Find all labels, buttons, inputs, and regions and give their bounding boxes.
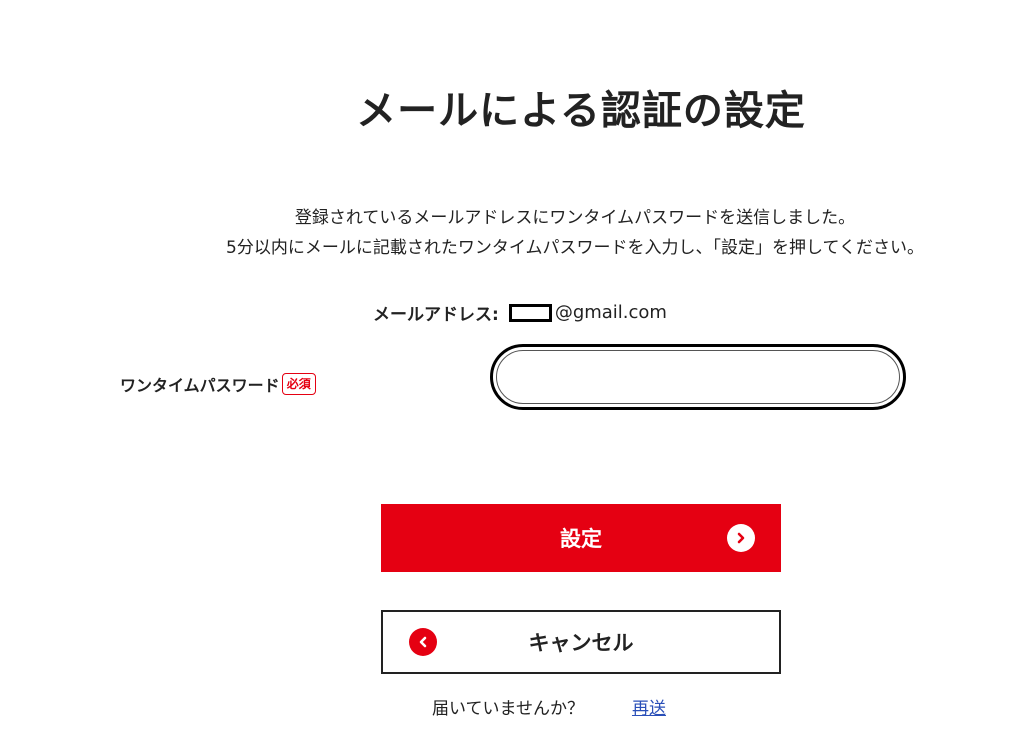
cancel-button[interactable]: キャンセル <box>381 610 781 674</box>
email-label: メールアドレス: <box>373 305 499 325</box>
one-time-password-input[interactable] <box>496 350 900 404</box>
description-line-1: 登録されているメールアドレスにワンタイムパスワードを送信しました。 <box>294 208 856 228</box>
required-badge: 必須 <box>281 373 316 395</box>
chevron-right-icon <box>727 524 755 552</box>
submit-button[interactable]: 設定 <box>381 504 781 572</box>
password-label-group: ワンタイムパスワード 必須 <box>120 372 316 396</box>
page: メールによる認証の設定 登録されているメールアドレスにワンタイムパスワードを送信… <box>0 0 1024 749</box>
chevron-left-icon <box>409 628 437 656</box>
resend-row: 届いていませんか？ 再送 <box>432 694 666 719</box>
resend-link[interactable]: 再送 <box>632 694 666 719</box>
password-label: ワンタイムパスワード <box>120 376 280 395</box>
email-domain: @gmail.com <box>554 302 667 323</box>
email-redaction-box <box>508 303 552 322</box>
email-row: メールアドレス: @gmail.com <box>373 300 667 325</box>
resend-prompt: 届いていませんか？ <box>432 699 584 719</box>
password-input-focus-ring <box>490 344 906 410</box>
description-line-2: 5分以内にメールに記載されたワンタイムパスワードを入力し、「設定」を押してくださ… <box>226 238 924 258</box>
page-title: メールによる認証の設定 <box>356 88 806 134</box>
cancel-button-label: キャンセル <box>528 631 634 655</box>
submit-button-label: 設定 <box>560 527 602 551</box>
